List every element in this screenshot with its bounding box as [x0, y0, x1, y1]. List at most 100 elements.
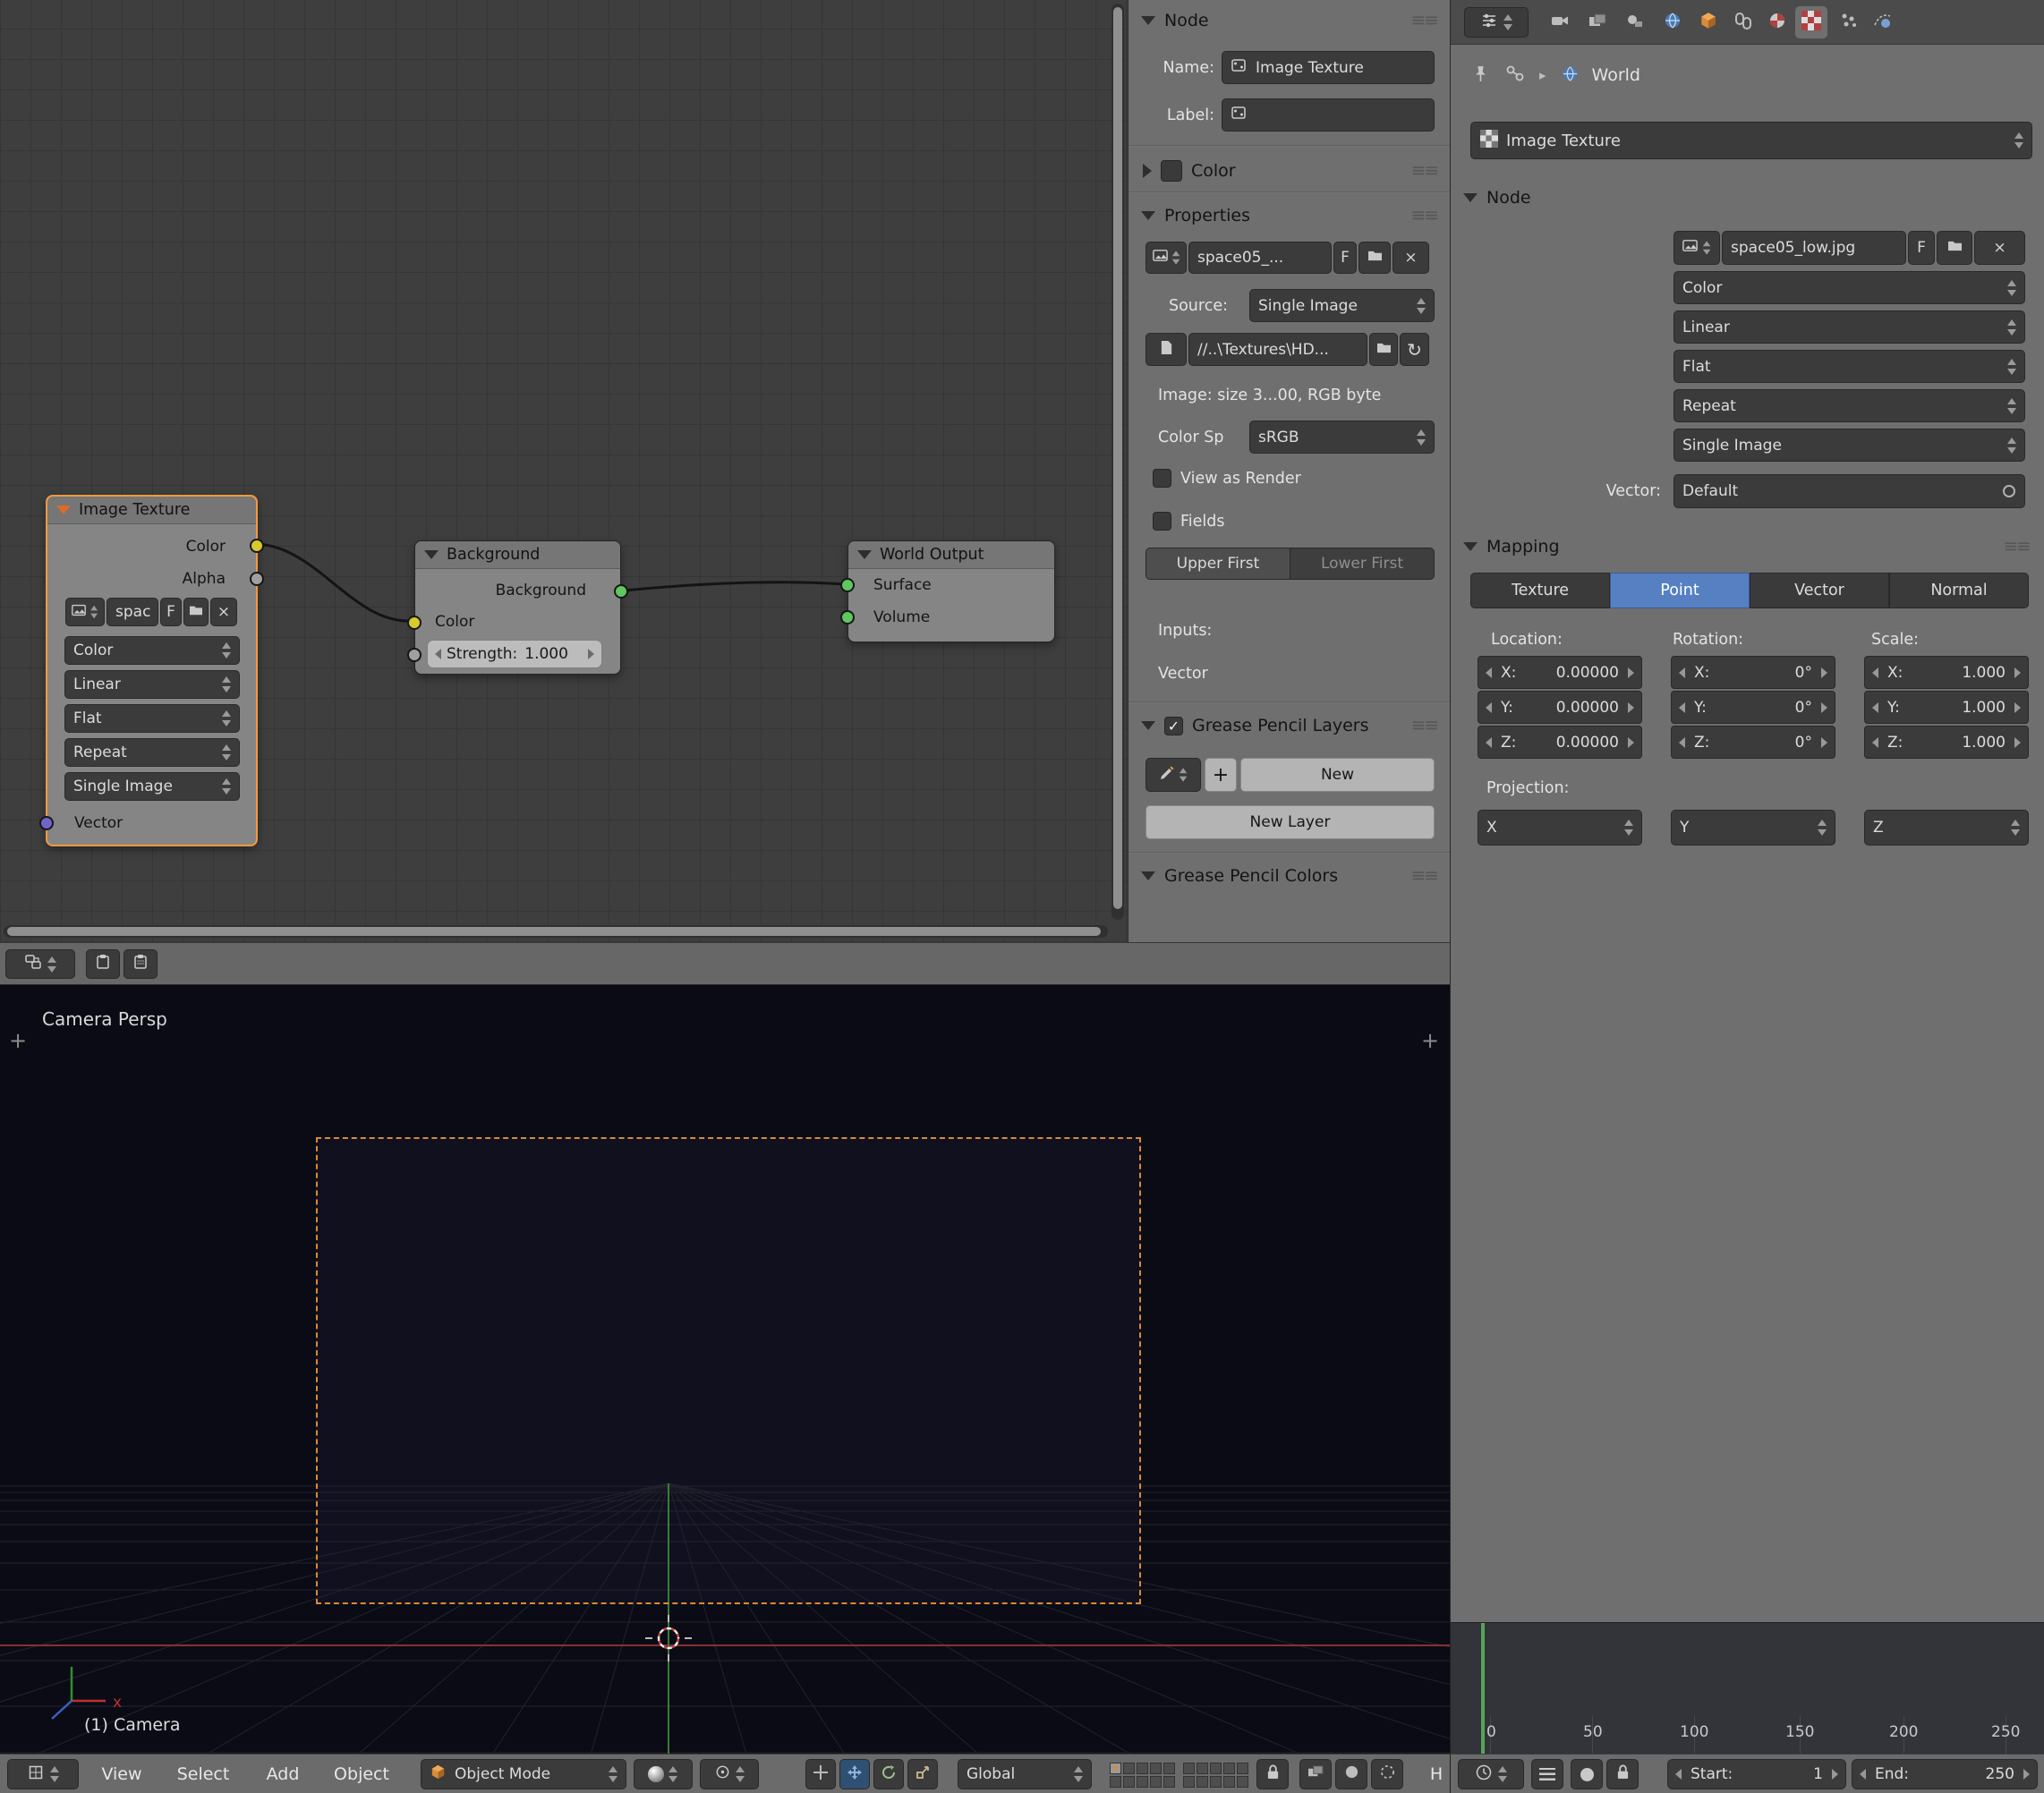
- layer-cell[interactable]: [1183, 1763, 1195, 1774]
- strength-slider[interactable]: Strength: 1.000: [427, 640, 602, 668]
- increment-icon[interactable]: [1628, 737, 1634, 748]
- v-scrollbar-thumb[interactable]: [1113, 7, 1122, 909]
- node-label-field[interactable]: [1222, 98, 1435, 132]
- increment-icon[interactable]: [2014, 737, 2021, 748]
- image-name-field[interactable]: space05_...: [1188, 242, 1332, 274]
- frame-start-field[interactable]: Start: 1: [1667, 1759, 1846, 1789]
- snap-element-button[interactable]: [1371, 1759, 1403, 1789]
- colorspace-menu[interactable]: sRGB: [1249, 421, 1435, 454]
- projection-menu[interactable]: Flat: [1674, 350, 2025, 383]
- unlink-button[interactable]: [210, 598, 237, 626]
- properties-panel-grip-icon[interactable]: [1410, 206, 1437, 224]
- opengl-anim-button[interactable]: [1335, 1759, 1367, 1789]
- decrement-icon[interactable]: [1872, 667, 1878, 678]
- source-menu[interactable]: Single Image: [64, 772, 240, 801]
- image-name-field[interactable]: space05_low.jpg: [1722, 231, 1906, 265]
- autokey-button[interactable]: [1571, 1759, 1603, 1789]
- tab-physics[interactable]: [1867, 6, 1899, 38]
- layer-cell[interactable]: [1197, 1763, 1208, 1774]
- increment-icon[interactable]: [1628, 702, 1634, 713]
- layer-cell[interactable]: [1150, 1763, 1162, 1774]
- color-mode-menu[interactable]: Color: [64, 636, 240, 665]
- layers-grid-2[interactable]: [1183, 1763, 1248, 1788]
- fake-user-button[interactable]: F: [1333, 242, 1357, 274]
- timeline[interactable]: 0 50 100 150 200 250: [1450, 1622, 2044, 1754]
- layer-cell[interactable]: [1223, 1776, 1235, 1788]
- decrement-icon[interactable]: [1860, 1769, 1866, 1780]
- translate-manipulator-button[interactable]: [839, 1759, 870, 1789]
- mode-menu[interactable]: Object Mode: [421, 1759, 626, 1789]
- open-image-button[interactable]: [1937, 231, 1972, 265]
- extension-menu[interactable]: Repeat: [64, 738, 240, 767]
- editor-type-menu[interactable]: [1458, 1759, 1524, 1789]
- increment-icon[interactable]: [1628, 667, 1634, 678]
- viewport-3d[interactable]: Camera Persp x (1) Camera: [0, 984, 1450, 1754]
- scale-z-field[interactable]: Z:1.000: [1864, 726, 2029, 759]
- socket-alpha-output[interactable]: [250, 572, 264, 586]
- panel-header-color[interactable]: Color: [1143, 157, 1236, 184]
- mapping-panel-grip-icon[interactable]: [2003, 537, 2030, 555]
- location-x-field[interactable]: X:0.00000: [1478, 656, 1642, 689]
- layer-cell[interactable]: [1150, 1776, 1162, 1788]
- rotation-y-field[interactable]: Y:0°: [1671, 691, 1835, 724]
- increment-icon[interactable]: [2014, 702, 2021, 713]
- mapping-tab-point[interactable]: Point: [1610, 573, 1750, 608]
- color-panel-grip-icon[interactable]: [1410, 161, 1437, 179]
- image-datablock-menu[interactable]: [65, 598, 105, 626]
- filebrowse-button[interactable]: [1145, 333, 1187, 366]
- pin-icon[interactable]: [1472, 64, 1489, 87]
- fake-user-button[interactable]: F: [160, 598, 182, 626]
- menu-add[interactable]: Add: [258, 1755, 308, 1793]
- node-editor-canvas[interactable]: Image Texture Color Alpha spac F Color L…: [0, 0, 1128, 942]
- layer-cell[interactable]: [1197, 1776, 1208, 1788]
- layer-cell[interactable]: [1210, 1763, 1222, 1774]
- layer-cell[interactable]: [1223, 1763, 1235, 1774]
- decrement-icon[interactable]: [1872, 702, 1878, 713]
- tab-render-layers[interactable]: [1581, 6, 1614, 38]
- tab-render[interactable]: [1544, 6, 1576, 38]
- socket-background-output[interactable]: [614, 584, 628, 599]
- unlink-button[interactable]: [1392, 242, 1429, 274]
- opengl-render-button[interactable]: [1299, 1759, 1332, 1789]
- layer-cell[interactable]: [1110, 1776, 1121, 1788]
- editor-type-menu[interactable]: [7, 1759, 79, 1789]
- socket-color-input[interactable]: [407, 616, 422, 630]
- panel-header-node[interactable]: Node: [1463, 184, 1531, 211]
- layer-cell[interactable]: [1163, 1763, 1175, 1774]
- tab-particles[interactable]: [1833, 6, 1865, 38]
- socket-color-output[interactable]: [250, 539, 264, 553]
- collapse-icon[interactable]: [56, 506, 71, 514]
- copy-node-tree-button[interactable]: [86, 949, 120, 979]
- location-y-field[interactable]: Y:0.00000: [1478, 691, 1642, 724]
- gp-layers-checkbox[interactable]: [1164, 717, 1183, 735]
- increment-icon[interactable]: [1821, 737, 1827, 748]
- timeline-menus-button[interactable]: [1531, 1759, 1563, 1789]
- playhead[interactable]: [1481, 1623, 1485, 1755]
- panel-header-gp-colors[interactable]: Grease Pencil Colors: [1141, 863, 1338, 889]
- layer-cell[interactable]: [1123, 1763, 1135, 1774]
- scale-x-field[interactable]: X:1.000: [1864, 656, 2029, 689]
- decrement-icon[interactable]: [1486, 702, 1492, 713]
- increment-icon[interactable]: [2014, 667, 2021, 678]
- filepath-field[interactable]: //..\Textures\HD...: [1188, 333, 1367, 366]
- viewport-shading-menu[interactable]: [634, 1759, 693, 1789]
- decrement-icon[interactable]: [1486, 667, 1492, 678]
- fields-checkbox[interactable]: [1153, 512, 1171, 531]
- gp-new-datablock-button[interactable]: [1205, 758, 1237, 792]
- layer-cell[interactable]: [1210, 1776, 1222, 1788]
- menu-object[interactable]: Object: [324, 1755, 399, 1793]
- layer-cell[interactable]: [1237, 1776, 1248, 1788]
- layer-cell-active[interactable]: [1110, 1763, 1121, 1774]
- rotation-z-field[interactable]: Z:0°: [1671, 726, 1835, 759]
- lock-to-scene-button[interactable]: [1256, 1759, 1289, 1789]
- tab-object[interactable]: [1692, 6, 1725, 38]
- gp-datablock-menu[interactable]: [1145, 758, 1201, 792]
- increment-icon[interactable]: [588, 649, 594, 659]
- editor-type-menu[interactable]: [1464, 7, 1529, 38]
- frame-end-field[interactable]: End: 250: [1852, 1759, 2038, 1789]
- layer-cell[interactable]: [1237, 1763, 1248, 1774]
- socket-strength-input[interactable]: [407, 648, 422, 662]
- decrement-icon[interactable]: [1872, 737, 1878, 748]
- rotate-manipulator-button[interactable]: [873, 1759, 904, 1789]
- reload-button[interactable]: [1400, 333, 1429, 366]
